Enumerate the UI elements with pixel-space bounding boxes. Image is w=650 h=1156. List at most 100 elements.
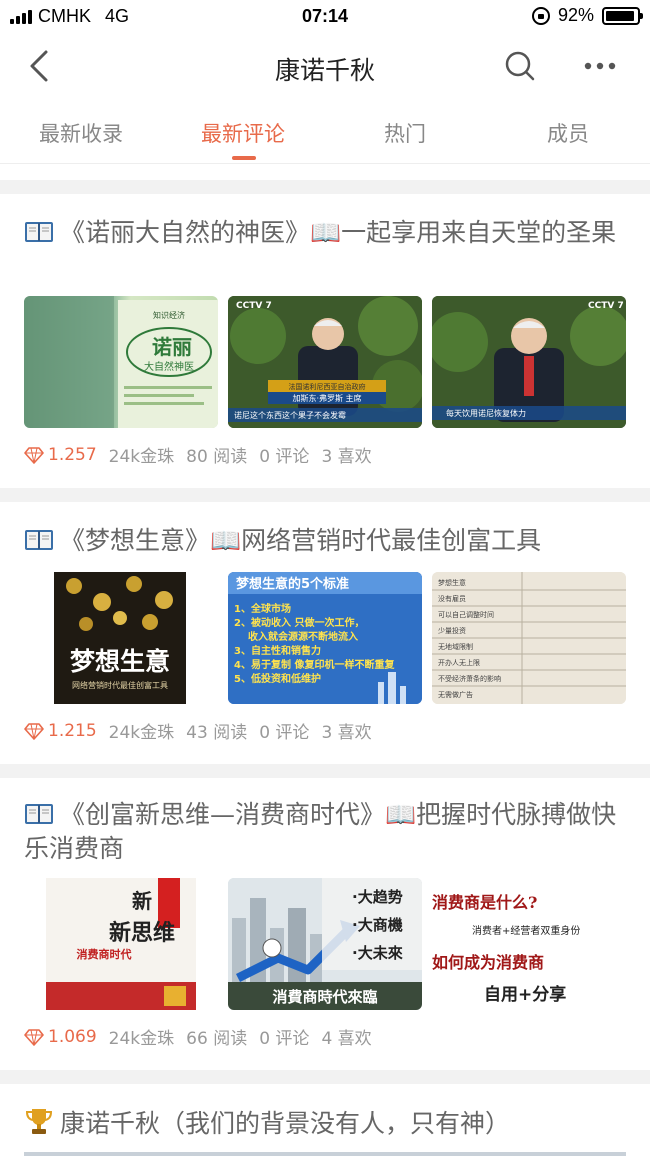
search-icon xyxy=(505,51,535,81)
post-card[interactable]: 康诺千秋（我们的背景没有人，只有神） xyxy=(0,1084,650,1156)
tab-bar: 最新收录 最新评论 热门 成员 xyxy=(0,98,650,164)
post-title-text: 《诺丽大自然的神医》📖一起享用来自天堂的圣果 xyxy=(60,218,617,247)
post-title-text: 《创富新思维—消费商时代》📖把握时代脉搏做快乐消费商 xyxy=(24,800,617,863)
post-image[interactable]: 新 新思维 消费商时代 xyxy=(24,878,218,1010)
doc-row: 没有雇员 xyxy=(438,594,466,603)
post-title-text: 康诺千秋（我们的背景没有人，只有神） xyxy=(60,1109,511,1138)
rotation-lock-icon xyxy=(531,6,550,25)
book-cover-subtitle: 网络营销时代最佳创富工具 xyxy=(72,680,168,690)
doc-row: 少量投资 xyxy=(438,626,466,635)
channel-logo: CCTV 7 xyxy=(236,301,272,311)
post-image-row: 梦想生意 网络营销时代最佳创富工具 梦想生意的5个标准 1、全球市场 2、被动收… xyxy=(24,572,626,704)
doc-row: 无需做广告 xyxy=(438,690,473,699)
slide-line: ·大商機 xyxy=(352,916,403,934)
channel-logo: CCTV 7 xyxy=(588,301,624,311)
page-title: 康诺千秋 xyxy=(274,56,375,85)
post-title[interactable]: 《诺丽大自然的神医》📖一起享用来自天堂的圣果 xyxy=(24,216,624,250)
post-image[interactable]: 消费商是什么? 消费者+经营者双重身份 如何成为消费商 自用+分享 xyxy=(432,878,626,1010)
active-tab-indicator xyxy=(232,156,256,160)
book-cover-title: 梦想生意 xyxy=(70,647,170,676)
book-cover-title: 新思维 xyxy=(109,920,175,946)
post-reads: 80 阅读 xyxy=(186,447,248,467)
post-title-text: 《梦想生意》📖网络营销时代最佳创富工具 xyxy=(60,526,542,555)
divider xyxy=(0,180,650,194)
slide-line: 5、低投资和低维护 xyxy=(234,672,321,685)
post-score: 1.257 xyxy=(48,444,97,465)
book-icon xyxy=(24,219,54,243)
post-comments: 0 评论 xyxy=(259,723,310,743)
post-image-row: 新 新思维 消费商时代 ·大趋势 ·大商機 ·大未來 消費商時代來臨 消费商是什… xyxy=(24,878,626,1010)
more-button[interactable] xyxy=(580,48,620,84)
post-image[interactable]: 知识经济 诺丽 大自然神医 xyxy=(24,296,218,428)
post-likes: 3 喜欢 xyxy=(321,447,372,467)
battery-icon xyxy=(602,6,643,25)
post-reads: 66 阅读 xyxy=(186,1029,248,1049)
tab-members[interactable]: 成员 xyxy=(487,118,649,148)
doc-row: 无地域限制 xyxy=(438,642,473,651)
divider xyxy=(0,488,650,502)
slide-question: 消费商是什么? xyxy=(432,893,537,912)
video-caption: 每天饮用诺尼恢复体力 xyxy=(446,408,526,418)
slide-answer: 消费者+经营者双重身份 xyxy=(472,924,580,937)
divider xyxy=(0,1070,650,1084)
post-comments: 0 评论 xyxy=(259,447,310,467)
trophy-icon xyxy=(25,1109,53,1134)
tab-latest-collected[interactable]: 最新收录 xyxy=(0,118,162,148)
search-button[interactable] xyxy=(502,48,538,84)
slide-line: ·大未來 xyxy=(352,944,403,962)
doc-row: 可以自己调整时间 xyxy=(438,610,494,619)
post-score: 1.069 xyxy=(48,1026,97,1047)
post-image[interactable]: CCTV 7 法国诺利尼西亚自治政府 加斯东·弗罗斯 主席 诺尼这个东西这个果子… xyxy=(228,296,422,428)
post-title[interactable]: 《创富新思维—消费商时代》📖把握时代脉搏做快乐消费商 xyxy=(24,798,624,866)
post-reads: 43 阅读 xyxy=(186,723,248,743)
post-image[interactable]: 梦想生意的5个标准 1、全球市场 2、被动收入 只做一次工作， 收入就会源源不断… xyxy=(228,572,422,704)
battery-fill xyxy=(606,10,634,21)
slide-line: 1、全球市场 xyxy=(234,602,291,615)
doc-row: 不受经济萧条的影响 xyxy=(438,674,501,683)
slide-answer: 自用+分享 xyxy=(484,984,566,1005)
post-image[interactable]: ·大趋势 ·大商機 ·大未來 消費商時代來臨 xyxy=(228,878,422,1010)
gem-icon xyxy=(24,722,44,740)
post-image-row xyxy=(24,1152,626,1156)
post-coins: 24k金珠 xyxy=(108,447,175,467)
book-icon xyxy=(24,801,54,825)
slide-line: 收入就会源源不断地流入 xyxy=(248,630,358,643)
post-likes: 4 喜欢 xyxy=(321,1029,372,1049)
gem-icon xyxy=(24,446,44,464)
post-image[interactable]: CCTV 7 每天饮用诺尼恢复体力 xyxy=(432,296,626,428)
post-likes: 3 喜欢 xyxy=(321,723,372,743)
post-image[interactable]: 梦想生意 网络营销时代最佳创富工具 xyxy=(24,572,218,704)
doc-row: 梦想生意 xyxy=(438,578,466,587)
slide-banner: 消費商時代來臨 xyxy=(272,988,377,1006)
post-card[interactable]: 《诺丽大自然的神医》📖一起享用来自天堂的圣果 知识经济 诺丽 大自然神医 CCT… xyxy=(0,194,650,488)
tab-latest-comments[interactable]: 最新评论 xyxy=(162,118,324,148)
book-cover-subtitle: 大自然神医 xyxy=(144,360,194,373)
slide-question: 如何成为消费商 xyxy=(432,953,544,972)
book-cover-title: 诺丽 xyxy=(152,335,192,359)
status-bar: CMHK 4G 07:14 92% xyxy=(0,0,650,34)
slide-line: ·大趋势 xyxy=(352,888,403,906)
book-icon xyxy=(24,527,54,551)
slide-title: 梦想生意的5个标准 xyxy=(236,576,349,592)
post-card[interactable]: 《梦想生意》📖网络营销时代最佳创富工具 梦想生意 网络营销时代最佳创富工具 梦想… xyxy=(0,502,650,764)
post-meta: 1.069 24k金珠 66 阅读 0 评论 4 喜欢 xyxy=(24,1024,384,1049)
slide-line: 2、被动收入 只做一次工作， xyxy=(234,616,364,629)
post-score: 1.215 xyxy=(48,720,97,741)
post-card[interactable]: 《创富新思维—消费商时代》📖把握时代脉搏做快乐消费商 新 新思维 消费商时代 ·… xyxy=(0,778,650,1070)
post-image[interactable]: 梦想生意 没有雇员 可以自己调整时间 少量投资 无地域限制 开办人无上限 不受经… xyxy=(432,572,626,704)
doc-row: 开办人无上限 xyxy=(438,658,480,667)
nav-bar: 康诺千秋 xyxy=(0,34,650,98)
post-comments: 0 评论 xyxy=(259,1029,310,1049)
video-caption: 诺尼这个东西这个果子不会发霉 xyxy=(234,410,346,420)
battery-percent: 92% xyxy=(557,5,594,25)
video-lower-third: 法国诺利尼西亚自治政府 xyxy=(289,382,366,391)
post-title[interactable]: 康诺千秋（我们的背景没有人，只有神） xyxy=(24,1106,624,1141)
post-title[interactable]: 《梦想生意》📖网络营销时代最佳创富工具 xyxy=(24,524,624,558)
gem-icon xyxy=(24,1028,44,1046)
slide-line: 3、自主性和销售力 xyxy=(234,644,321,657)
post-meta: 1.215 24k金珠 43 阅读 0 评论 3 喜欢 xyxy=(24,718,384,743)
post-meta: 1.257 24k金珠 80 阅读 0 评论 3 喜欢 xyxy=(24,442,384,467)
more-dots-icon xyxy=(584,62,616,70)
slide-line: 4、易于复制 像复印机一样不断重复 xyxy=(234,658,395,671)
tab-popular[interactable]: 热门 xyxy=(324,118,486,148)
